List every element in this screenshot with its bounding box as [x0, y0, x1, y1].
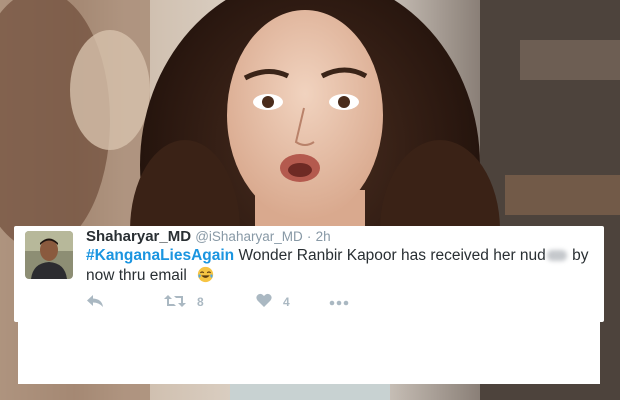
heart-icon — [256, 293, 272, 311]
retweet-count: 8 — [197, 295, 204, 309]
like-count: 4 — [283, 295, 290, 309]
hashtag-link[interactable]: #KanganaLiesAgain — [86, 247, 234, 264]
retweet-button[interactable]: 8 — [164, 294, 256, 311]
tweet-text: #KanganaLiesAgain Wonder Ranbir Kapoor h… — [86, 246, 591, 289]
censor-blur — [546, 250, 567, 262]
tweet-card: Shaharyar_MD @iShaharyar_MD · 2h #Kangan… — [14, 226, 604, 322]
retweet-icon — [164, 294, 186, 311]
tweet-text-part-1: Wonder Ranbir Kapoor has received her nu… — [234, 247, 546, 264]
tweet-header: Shaharyar_MD @iShaharyar_MD · 2h — [86, 228, 331, 245]
tweet-actions: 8 4 — [86, 292, 349, 312]
tweet-card-lower-area — [18, 322, 600, 384]
separator-dot: · — [306, 229, 312, 244]
like-button[interactable]: 4 — [256, 293, 329, 311]
avatar-image — [25, 231, 73, 279]
display-name[interactable]: Shaharyar_MD — [86, 228, 191, 245]
reply-icon — [86, 293, 104, 312]
tweet-timestamp[interactable]: 2h — [316, 229, 331, 244]
tears-of-joy-emoji — [197, 266, 214, 289]
more-button[interactable] — [329, 295, 349, 309]
user-handle[interactable]: @iShaharyar_MD — [195, 229, 303, 244]
more-dots-icon — [329, 295, 349, 309]
reply-button[interactable] — [86, 293, 164, 312]
avatar[interactable] — [25, 231, 73, 279]
